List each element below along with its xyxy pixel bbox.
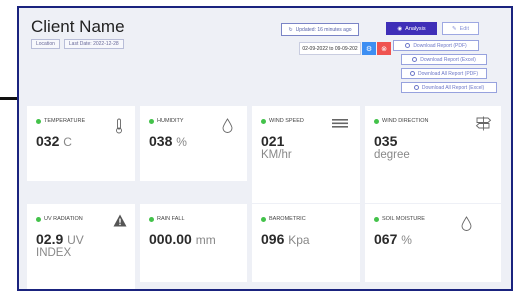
card-value: 000.00 (149, 231, 192, 247)
location-chip: Location (31, 39, 60, 49)
card-label: WIND DIRECTION (382, 118, 429, 124)
rain-fall-card: RAIN FALL 000.00 mm (140, 204, 247, 282)
info-chips: Location Last Date: 2022-12-28 (31, 39, 124, 49)
card-value: 067 (374, 231, 398, 247)
updated-text: Updated: 16 minutes ago (295, 26, 352, 33)
card-unit-secondary: INDEX (36, 247, 72, 259)
left-connector-line (0, 97, 18, 100)
last-date-chip: Last Date: 2022-12-28 (63, 39, 124, 49)
card-value: 021 (261, 133, 285, 149)
analysis-button[interactable]: ◉ Analysis (386, 22, 437, 35)
status-dot (374, 118, 379, 124)
download-icon (412, 57, 418, 62)
apply-date-button[interactable]: ⚙ (362, 42, 376, 55)
download-label: Download Report (PDF) (413, 42, 467, 49)
download-all-report-excel-button[interactable]: Download All Report (Excel) (401, 82, 497, 93)
close-icon: ⊗ (381, 45, 387, 53)
droplet-icon (461, 216, 472, 231)
download-icon (409, 71, 415, 76)
status-dot (261, 118, 266, 124)
thermometer-icon (116, 118, 122, 134)
dashboard-panel: Client Name Location Last Date: 2022-12-… (17, 6, 513, 291)
card-unit: C (63, 135, 72, 149)
status-dot (374, 216, 379, 222)
edit-button[interactable]: ✎ Edit (442, 22, 479, 35)
gear-icon: ⚙ (365, 45, 373, 53)
card-unit: % (176, 135, 187, 149)
download-all-report-pdf-button[interactable]: Download All Report (PDF) (401, 68, 487, 79)
analysis-label: Analysis (405, 25, 426, 32)
card-unit: UV (67, 233, 84, 247)
card-value: 032 (36, 133, 60, 149)
wind-speed-card: WIND SPEED 021 KM/hr (252, 106, 360, 203)
soil-moisture-card: SOIL MOISTURE 067 % (365, 204, 501, 282)
download-label: Download All Report (Excel) (421, 84, 485, 91)
card-label: UV RADIATION (44, 216, 83, 222)
barometric-card: BAROMETRIC 096 Kpa (252, 204, 360, 282)
card-label: HUMIDITY (157, 118, 184, 124)
droplet-icon (222, 118, 233, 133)
humidity-card: HUMIDITY 038 % (140, 106, 247, 181)
edit-label: Edit (459, 25, 470, 32)
signpost-icon (475, 116, 492, 131)
wind-lines-icon (332, 119, 348, 128)
card-label: TEMPERATURE (44, 118, 86, 124)
refresh-icon: ↻ (288, 26, 293, 33)
download-report-pdf-button[interactable]: Download Report (PDF) (393, 40, 479, 51)
card-unit: KM/hr (261, 149, 292, 161)
card-value: 035 (374, 133, 398, 149)
temperature-card: TEMPERATURE 032 C (27, 106, 135, 181)
download-report-excel-button[interactable]: Download Report (Excel) (401, 54, 487, 65)
card-label: SOIL MOISTURE (382, 216, 425, 222)
updated-status: ↻ Updated: 16 minutes ago (281, 23, 359, 36)
card-label: RAIN FALL (157, 216, 185, 222)
download-label: Download All Report (PDF) (417, 70, 479, 77)
status-dot (149, 118, 154, 124)
card-label: BAROMETRIC (269, 216, 306, 222)
status-dot (36, 216, 41, 222)
card-unit: % (401, 233, 412, 247)
card-unit: degree (374, 149, 410, 161)
download-icon (405, 43, 411, 48)
clear-date-button[interactable]: ⊗ (377, 42, 391, 55)
card-value: 038 (149, 133, 173, 149)
status-dot (149, 216, 154, 222)
download-icon (413, 85, 419, 90)
date-range-input[interactable]: 02-09-2022 to 09-09-202 (299, 42, 361, 55)
pencil-icon: ✎ (451, 25, 457, 32)
status-dot (261, 216, 266, 222)
status-dot (36, 118, 41, 124)
download-label: Download Report (Excel) (420, 56, 476, 63)
warning-icon (113, 214, 127, 227)
card-unit: mm (195, 233, 216, 247)
card-label: WIND SPEED (269, 118, 304, 124)
page-title: Client Name (31, 17, 125, 36)
card-value: 096 (261, 231, 285, 247)
card-unit: Kpa (288, 233, 310, 247)
analysis-icon: ◉ (397, 25, 403, 32)
wind-direction-card: WIND DIRECTION 035 degree (365, 106, 501, 203)
card-value: 02.9 (36, 231, 64, 247)
uv-radiation-card: UV RADIATION 02.9 UV INDEX (27, 204, 135, 289)
